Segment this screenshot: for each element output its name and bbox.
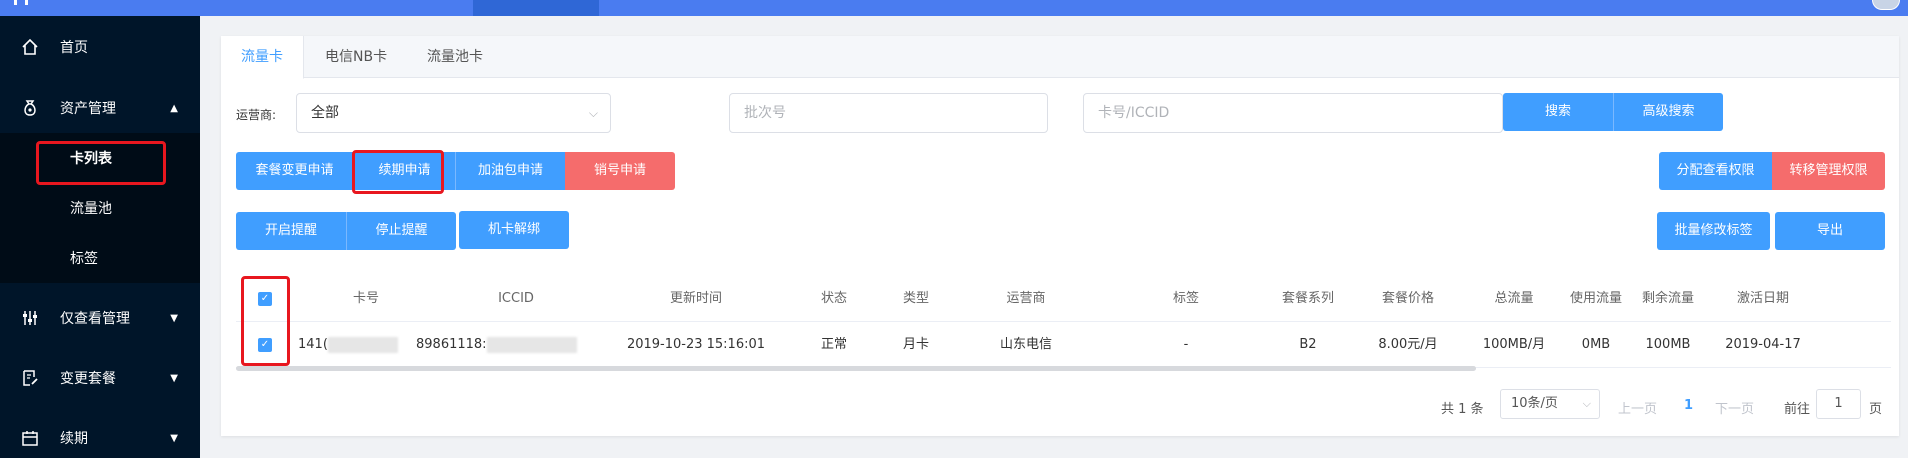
current-page[interactable]: 1	[1684, 398, 1693, 413]
cancel-number-request-button[interactable]: 销号申请	[565, 152, 675, 190]
column-header[interactable]: 使用流量	[1556, 276, 1636, 322]
remaining-traffic-cell: 100MB	[1645, 337, 1691, 352]
sidebar-item-label: 首页	[60, 40, 88, 56]
search-button[interactable]: 搜索	[1503, 93, 1613, 131]
batch-edit-tags-button[interactable]: 批量修改标签	[1657, 212, 1770, 250]
plan-series-cell: B2	[1299, 337, 1317, 352]
tab-traffic-card[interactable]: 流量卡	[221, 36, 304, 79]
tab-telecom-nb-card[interactable]: 电信NB卡	[305, 36, 407, 78]
sidebar-item-assets[interactable]: 资产管理 ▲	[0, 83, 200, 133]
column-header[interactable]: 卡号	[326, 276, 406, 322]
table-horizontal-scrollbar[interactable]	[236, 366, 1476, 371]
plan-price-cell: 8.00元/月	[1378, 337, 1438, 352]
sidebar: 首页 资产管理 ▲ 卡列表 流量池 标签 仅查看管理 ▼ 变更套餐 ▼ 续期 ▼	[0, 16, 200, 458]
select-all-checkbox[interactable]: ✓	[258, 292, 272, 306]
redacted-mask	[327, 336, 398, 353]
column-header[interactable]: 状态	[804, 276, 864, 322]
chevron-up-icon: ▲	[170, 102, 178, 114]
card-number-cell: 141(	[298, 322, 418, 368]
redacted-mask	[486, 336, 577, 353]
goto-page-input[interactable]: 1	[1816, 389, 1861, 419]
transfer-management-permission-button[interactable]: 转移管理权限	[1772, 152, 1885, 190]
operator-cell: 山东电信	[999, 337, 1052, 352]
sidebar-subitem-label: 流量池	[70, 201, 112, 217]
sidebar-subitem-tags[interactable]: 标签	[0, 233, 200, 283]
table-header: ✓ 卡号 ICCID 更新时间 状态 类型 运营商 标签 套餐系列 套餐价格 总…	[236, 276, 1891, 322]
calendar-icon	[20, 428, 40, 448]
column-header[interactable]: 总流量	[1474, 276, 1554, 322]
sidebar-subitem-traffic-pool[interactable]: 流量池	[0, 183, 200, 233]
home-icon	[20, 37, 40, 57]
add-fuel-pack-request-button[interactable]: 加油包申请	[455, 152, 565, 190]
unbind-card-device-button[interactable]: 机卡解绑	[459, 211, 569, 249]
money-bag-icon	[20, 98, 40, 118]
top-bar	[0, 0, 1908, 16]
chevron-down-icon: ▼	[170, 432, 178, 444]
sidebar-subitem-label: 卡列表	[70, 151, 112, 167]
sidebar-item-label: 续期	[60, 431, 88, 447]
logo-icon	[14, 0, 28, 5]
tab-bar: 流量卡 电信NB卡 流量池卡	[221, 36, 1899, 79]
sidebar-subitem-card-list[interactable]: 卡列表	[0, 133, 200, 183]
sidebar-item-renewal[interactable]: 续期 ▼	[0, 413, 200, 458]
tag-cell: -	[1183, 337, 1189, 352]
used-traffic-cell: 0MB	[1581, 337, 1611, 352]
column-header[interactable]: 套餐系列	[1268, 276, 1348, 322]
page-size-value: 10条/页	[1511, 396, 1558, 411]
tab-traffic-pool-card[interactable]: 流量池卡	[407, 36, 503, 78]
sliders-icon	[20, 308, 40, 328]
iccid-cell: 89861118:	[416, 322, 586, 368]
row-checkbox[interactable]: ✓	[258, 338, 272, 352]
batch-number-input[interactable]: 批次号	[729, 93, 1048, 133]
edit-doc-icon	[20, 368, 40, 388]
card-iccid-input[interactable]: 卡号/ICCID	[1083, 93, 1503, 133]
column-header[interactable]: 标签	[1156, 276, 1216, 322]
total-traffic-cell: 100MB/月	[1482, 337, 1546, 352]
page-size-select[interactable]: 10条/页 ⌵	[1500, 389, 1600, 419]
assign-view-permission-button[interactable]: 分配查看权限	[1659, 152, 1772, 190]
change-plan-request-button[interactable]: 套餐变更申请	[236, 152, 353, 190]
column-header[interactable]: 运营商	[976, 276, 1076, 322]
total-count: 共 1 条	[1441, 402, 1484, 417]
sidebar-item-label: 仅查看管理	[60, 311, 130, 327]
operator-label: 运营商:	[236, 108, 277, 122]
goto-suffix-label: 页	[1869, 402, 1883, 417]
chevron-down-icon: ⌵	[588, 106, 598, 120]
activation-date-cell: 2019-04-17	[1725, 337, 1801, 352]
sidebar-item-label: 变更套餐	[60, 371, 116, 387]
chevron-down-icon: ▼	[170, 312, 178, 324]
chevron-down-icon: ▼	[170, 372, 178, 384]
sidebar-item-change-plan[interactable]: 变更套餐 ▼	[0, 353, 200, 403]
sidebar-item-view-only[interactable]: 仅查看管理 ▼	[0, 293, 200, 343]
advanced-search-button[interactable]: 高级搜索	[1613, 93, 1723, 131]
next-page-button[interactable]: 下一页	[1715, 398, 1754, 417]
type-cell: 月卡	[902, 337, 929, 352]
operator-select-value: 全部	[311, 105, 339, 121]
main-panel: 流量卡 电信NB卡 流量池卡 运营商: 全部 ⌵ 批次号 卡号/ICCID 搜索…	[221, 36, 1899, 436]
column-header[interactable]: 激活日期	[1718, 276, 1808, 322]
sidebar-item-home[interactable]: 首页	[0, 22, 200, 72]
sidebar-item-label: 资产管理	[60, 101, 116, 117]
column-header[interactable]: 套餐价格	[1368, 276, 1448, 322]
updated-time-cell: 2019-10-23 15:16:01	[626, 337, 766, 352]
enable-alert-button[interactable]: 开启提醒	[236, 212, 346, 250]
sidebar-subitem-label: 标签	[70, 251, 98, 267]
column-header[interactable]: 剩余流量	[1628, 276, 1708, 322]
disable-alert-button[interactable]: 停止提醒	[346, 212, 456, 250]
renewal-request-button[interactable]: 续期申请	[353, 152, 455, 190]
chevron-down-icon: ⌵	[1582, 397, 1591, 410]
column-header[interactable]: 更新时间	[636, 276, 756, 322]
operator-select[interactable]: 全部 ⌵	[296, 93, 611, 133]
column-header[interactable]: ICCID	[466, 276, 566, 322]
column-header[interactable]: 类型	[886, 276, 946, 322]
iccid-text: 89861118:	[416, 337, 487, 352]
prev-page-button[interactable]: 上一页	[1618, 398, 1657, 417]
goto-prefix-label: 前往	[1784, 402, 1811, 417]
card-number-text: 141(	[298, 337, 328, 352]
top-nav-active-item[interactable]	[473, 0, 599, 16]
status-cell: 正常	[820, 337, 847, 352]
table-row[interactable]: ✓ 141( 89861118: 2019-10-23 15:16:01 正常 …	[236, 322, 1891, 368]
export-button[interactable]: 导出	[1775, 212, 1885, 250]
avatar[interactable]	[1872, 0, 1900, 10]
